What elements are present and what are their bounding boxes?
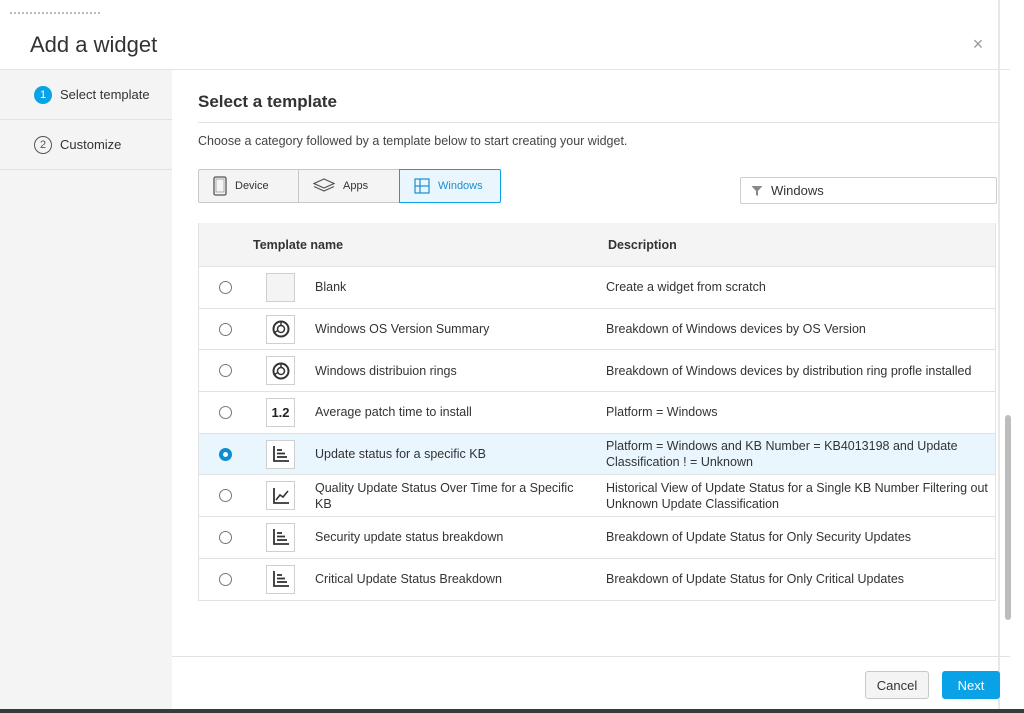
category-label: Device — [235, 180, 269, 192]
bar-chart-icon — [266, 564, 295, 594]
step-number: 2 — [34, 135, 52, 154]
table-row[interactable]: Security update status breakdown Breakdo… — [199, 516, 995, 558]
background-strip — [0, 0, 1024, 22]
row-radio[interactable] — [219, 322, 232, 336]
table-row[interactable]: Windows distribuion rings Breakdown of W… — [199, 349, 995, 391]
table-row[interactable]: Update status for a specific KB Platform… — [199, 432, 995, 475]
wizard-sidebar: 1 Select template 2 Customize — [0, 70, 172, 713]
template-table: Template name Description Blank Create a… — [198, 223, 996, 601]
next-button[interactable]: Next — [942, 671, 1000, 699]
tablet-icon — [213, 176, 227, 196]
dialog-header: Add a widget × — [0, 20, 1010, 70]
column-header-template-name: Template name — [253, 237, 344, 252]
category-device-button[interactable]: Device — [198, 169, 299, 203]
template-name: Windows distribuion rings — [315, 363, 457, 378]
template-description: Breakdown of Update Status for Only Crit… — [606, 572, 905, 587]
add-widget-dialog: Add a widget × 1 Select template 2 Custo… — [0, 0, 1024, 713]
dialog-footer: Cancel Next — [172, 656, 1010, 713]
cancel-button[interactable]: Cancel — [865, 671, 929, 699]
template-name: Quality Update Status Over Time for a Sp… — [315, 480, 574, 511]
template-description: Platform = Windows — [606, 405, 718, 420]
line-chart-icon — [266, 481, 295, 511]
template-description: Breakdown of Update Status for Only Secu… — [606, 530, 912, 545]
template-description: Breakdown of Windows devices by OS Versi… — [606, 322, 866, 337]
template-name: Blank — [315, 280, 347, 295]
category-selector: Device Apps Windows — [198, 169, 501, 203]
row-radio[interactable] — [219, 280, 232, 294]
template-description: Platform = Windows and KB Number = KB401… — [606, 439, 958, 470]
table-header: Template name Description — [199, 223, 995, 266]
step-customize[interactable]: 2 Customize — [0, 120, 172, 170]
donut-chart-icon — [266, 356, 295, 386]
windows-icon — [414, 178, 430, 194]
template-name: Update status for a specific KB — [315, 447, 486, 462]
column-header-description: Description — [608, 237, 677, 252]
instructions-text: Choose a category followed by a template… — [198, 134, 628, 148]
category-label: Windows — [438, 180, 483, 192]
template-description: Historical View of Update Status for a S… — [606, 480, 988, 511]
filter-input[interactable] — [771, 183, 991, 198]
filter-field[interactable] — [740, 177, 997, 204]
row-radio[interactable] — [219, 530, 232, 544]
divider — [198, 122, 998, 123]
row-radio[interactable] — [219, 364, 232, 378]
table-row[interactable]: Blank Create a widget from scratch — [199, 266, 995, 308]
step-label: Select template — [60, 87, 150, 102]
category-windows-button[interactable]: Windows — [399, 169, 501, 203]
metric-icon: 1.2 — [266, 397, 295, 427]
template-name: Critical Update Status Breakdown — [315, 572, 502, 587]
close-icon[interactable]: × — [968, 34, 988, 54]
page-title: Select a template — [198, 92, 337, 111]
row-radio[interactable] — [219, 405, 232, 419]
row-radio[interactable] — [219, 489, 232, 503]
blank-thumbnail — [266, 272, 295, 302]
donut-chart-icon — [266, 314, 295, 344]
template-name: Windows OS Version Summary — [315, 322, 490, 337]
step-number: 1 — [34, 85, 52, 104]
table-row[interactable]: Critical Update Status Breakdown Breakdo… — [199, 557, 995, 600]
row-radio[interactable] — [219, 572, 232, 586]
vertical-scrollbar[interactable] — [1005, 415, 1011, 620]
background-strip-bottom — [0, 709, 1024, 713]
category-label: Apps — [343, 180, 369, 192]
template-description: Create a widget from scratch — [606, 280, 766, 295]
metric-icon-text: 1.2 — [271, 404, 290, 420]
bar-chart-icon — [266, 522, 295, 552]
step-label: Customize — [60, 137, 122, 152]
table-row[interactable]: Windows OS Version Summary Breakdown of … — [199, 307, 995, 350]
template-name: Security update status breakdown — [315, 530, 504, 545]
table-row[interactable]: 1.2 Average patch time to install Platfo… — [199, 391, 995, 433]
row-radio[interactable] — [219, 447, 232, 461]
dialog-title: Add a widget — [30, 32, 158, 57]
bar-chart-icon — [266, 439, 295, 469]
background-dots — [10, 12, 100, 14]
background-edge — [998, 0, 1000, 713]
template-name: Average patch time to install — [315, 405, 472, 420]
step-select-template[interactable]: 1 Select template — [0, 70, 172, 120]
layers-icon — [313, 178, 335, 194]
template-description: Breakdown of Windows devices by distribu… — [606, 363, 972, 378]
table-row[interactable]: Quality Update Status Over Time for a Sp… — [199, 474, 995, 516]
filter-icon — [751, 185, 763, 197]
category-apps-button[interactable]: Apps — [298, 169, 400, 203]
